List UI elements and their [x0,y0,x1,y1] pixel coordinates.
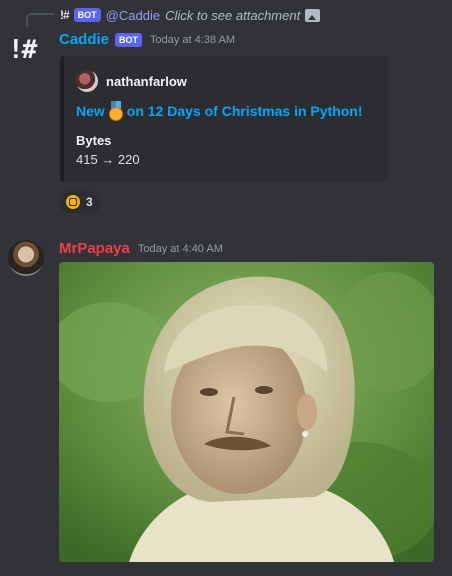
gif-image [59,262,434,562]
gif-attachment[interactable] [59,262,434,562]
badge-emoji-icon [66,195,80,209]
caddie-message-header: Caddie BOT Today at 4:38 AM [59,31,235,48]
embed-field-name: Bytes [76,133,112,148]
embed-card: nathanfarlow New on 12 Days of Christmas… [60,56,388,182]
embed-title-suffix: on 12 Days of Christmas in Python! [126,103,363,119]
caddie-username[interactable]: Caddie [59,31,109,48]
reply-bot-tag: BOT [73,8,101,22]
image-icon [305,8,321,22]
reply-text[interactable]: Click to see attachment [165,8,300,23]
reaction-button[interactable]: 3 [60,191,100,213]
papaya-timestamp: Today at 4:40 AM [137,242,223,255]
caddie-timestamp: Today at 4:38 AM [150,33,236,46]
papaya-message-header: MrPapaya Today at 4:40 AM [59,240,223,257]
gold-medal-icon [108,101,124,121]
embed-author: nathanfarlow [76,70,187,92]
papaya-username[interactable]: MrPapaya [59,240,130,257]
embed-title-prefix: New [76,103,105,119]
reply-avatar: !# [60,8,70,22]
reply-preview[interactable]: !# BOT @Caddie Click to see attachment [60,6,321,24]
caddie-avatar[interactable]: !# [8,32,44,68]
reply-mention[interactable]: @Caddie [106,8,160,23]
embed-author-avatar [76,70,98,92]
embed-title-link[interactable]: New on 12 Days of Christmas in Python! [76,101,363,121]
embed-field-value: 415 → 220 [76,152,140,167]
reply-spine [26,13,54,27]
caddie-bot-tag: BOT [115,32,143,47]
embed-author-name[interactable]: nathanfarlow [106,74,187,89]
papaya-avatar[interactable] [8,240,44,276]
reaction-count: 3 [86,195,93,209]
